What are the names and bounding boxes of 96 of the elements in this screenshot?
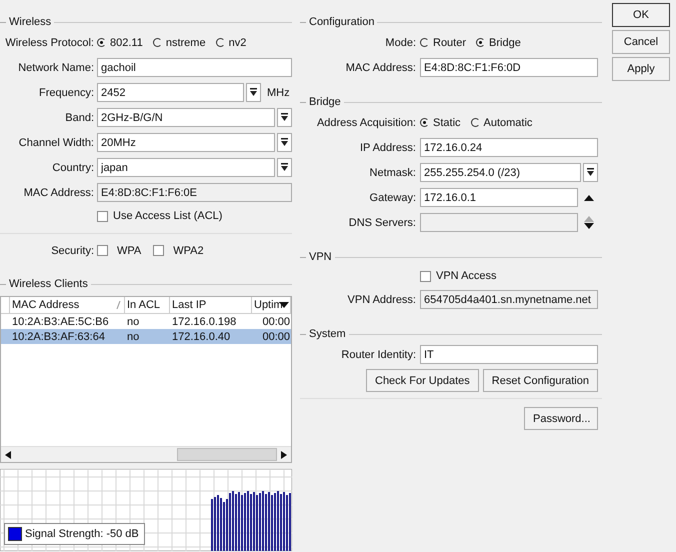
radio-label: Static: [433, 116, 461, 128]
input-field[interactable]: 172.16.0.1: [420, 188, 578, 207]
dialog-button[interactable]: Cancel: [612, 30, 670, 54]
checkbox[interactable]: [420, 270, 431, 282]
unit-label: MHz: [267, 86, 290, 98]
password-button[interactable]: Password...: [524, 407, 598, 430]
table-cell-text: 10:2A:B3:AE:5C:B6: [11, 316, 110, 328]
field-label: IP Address:: [358, 142, 417, 154]
dropdown-icon: [586, 168, 595, 177]
sort-icon: [116, 301, 121, 309]
radio-button[interactable]: [97, 38, 106, 47]
input-field[interactable]: 654705d4a401.sn.mynetname.net: [420, 290, 598, 309]
dropdown-button[interactable]: [277, 133, 292, 152]
up-down-arrows-icon[interactable]: [584, 216, 594, 229]
radio-button[interactable]: [216, 38, 225, 47]
column-header[interactable]: In ACL: [125, 297, 170, 313]
radio-label: 802.11: [110, 36, 143, 48]
section-title: System: [309, 328, 346, 340]
field-label: MAC Address:: [344, 62, 417, 74]
field-label: Address Acquisition:: [316, 116, 417, 128]
section-title: VPN: [309, 251, 332, 263]
input-field[interactable]: E4:8D:8C:F1:F6:0E: [97, 183, 292, 202]
radio-button[interactable]: [152, 38, 162, 47]
radio-label: Router: [433, 36, 466, 48]
field-label: Gateway:: [368, 192, 417, 204]
field-label: Network Name:: [17, 62, 95, 74]
field-label: Wireless Protocol:: [4, 36, 95, 48]
dropdown-button[interactable]: [583, 163, 598, 182]
checkbox[interactable]: [97, 245, 108, 256]
dropdown-icon: [280, 163, 289, 172]
dialog-button[interactable]: OK: [612, 3, 670, 27]
legend-swatch-icon: [8, 527, 22, 541]
table-cell-text: 00:00: [261, 330, 291, 342]
radio-button[interactable]: [420, 118, 429, 127]
field-label: MAC Address:: [22, 186, 95, 198]
table-cell-text: 00:00: [261, 316, 291, 328]
checkbox[interactable]: [153, 245, 164, 256]
section-title: Bridge: [309, 96, 341, 108]
radio-label: nv2: [228, 36, 246, 48]
scroll-right-icon[interactable]: [281, 450, 287, 458]
dropdown-button[interactable]: [277, 108, 292, 127]
dropdown-icon: [280, 138, 289, 147]
field-label: Security:: [50, 244, 95, 256]
field-label: Band:: [64, 112, 95, 124]
legend-label: Signal Strength: -50 dB: [25, 528, 139, 540]
column-header[interactable]: Last IP: [170, 297, 252, 313]
field-label: Frequency:: [38, 86, 95, 98]
radio-button[interactable]: [476, 38, 486, 47]
field-label: Channel Width:: [18, 136, 95, 148]
radio-label: nstreme: [166, 36, 206, 48]
section-title: Wireless Clients: [9, 278, 88, 290]
table-cell-text: 10:2A:B3:AF:63:64: [11, 330, 106, 342]
table-cell-text: no: [126, 316, 140, 328]
column-header[interactable]: MAC Address: [10, 297, 125, 313]
radio-label: Automatic: [484, 116, 532, 128]
checkbox-label: VPN Access: [436, 270, 497, 282]
radio-label: Bridge: [489, 36, 521, 48]
checkbox-label: Use Access List (ACL): [113, 210, 222, 222]
field-label: Router Identity:: [340, 348, 417, 360]
dropdown-icon: [280, 113, 289, 122]
input-field[interactable]: 2452: [97, 83, 244, 102]
dialog-button[interactable]: Apply: [612, 57, 670, 81]
input-field[interactable]: E4:8D:8C:F1:F6:0D: [420, 58, 598, 77]
input-field[interactable]: japan: [97, 158, 275, 177]
input-field[interactable]: 20MHz: [97, 133, 275, 152]
dropdown-button[interactable]: [277, 158, 292, 177]
table-row[interactable]: 10:2A:B3:AE:5C:B6 no 172.16.0.198 00:00: [1, 314, 291, 329]
field-label: Mode:: [384, 36, 417, 48]
section-title: Configuration: [309, 16, 374, 28]
field-label: VPN Address:: [346, 294, 417, 306]
input-field[interactable]: 172.16.0.24: [420, 138, 598, 157]
scroll-left-icon[interactable]: [5, 450, 11, 458]
checkbox[interactable]: [97, 210, 108, 222]
table-cell-text: no: [126, 330, 140, 342]
expand-up-icon[interactable]: [584, 194, 594, 200]
dropdown-icon: [249, 88, 258, 97]
checkbox-label: WPA: [117, 244, 142, 256]
input-field[interactable]: 255.255.254.0 (/23): [420, 163, 581, 182]
table-cell-text: 172.16.0.198: [171, 316, 238, 328]
action-button[interactable]: Check For Updates: [366, 369, 479, 392]
field-label: DNS Servers:: [348, 216, 417, 228]
input-field[interactable]: gachoil: [97, 58, 292, 77]
field-label: Netmask:: [368, 166, 417, 178]
field-label: Country:: [51, 162, 95, 174]
checkbox-label: WPA2: [173, 244, 204, 256]
dropdown-button[interactable]: [246, 83, 261, 102]
horizontal-scrollbar[interactable]: [1, 446, 291, 462]
input-field[interactable]: [420, 213, 578, 232]
input-field[interactable]: 2GHz-B/G/N: [97, 108, 275, 127]
table-row[interactable]: 10:2A:B3:AF:63:64 no 172.16.0.40 00:00: [1, 329, 291, 344]
radio-button[interactable]: [420, 38, 429, 47]
input-field[interactable]: IT: [420, 345, 598, 364]
table-cell-text: 172.16.0.40: [171, 330, 232, 342]
action-button[interactable]: Reset Configuration: [482, 369, 598, 392]
section-title: Wireless: [9, 16, 52, 28]
radio-button[interactable]: [470, 118, 480, 127]
